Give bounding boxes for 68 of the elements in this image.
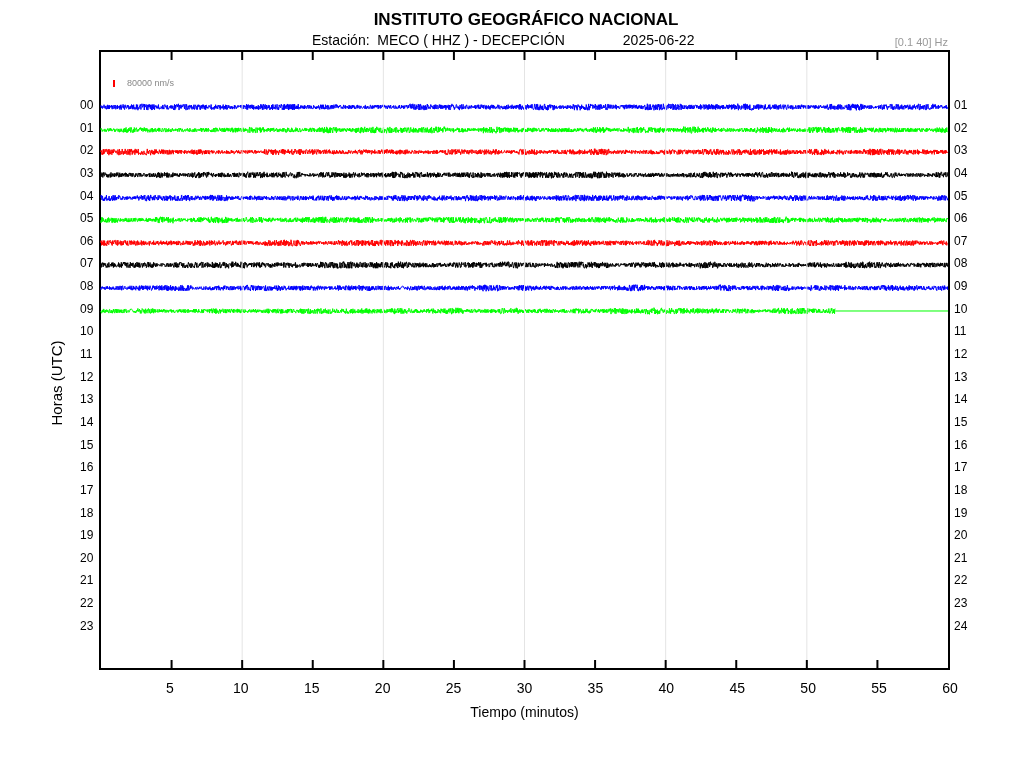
x-tick-label: 15 [303,680,320,696]
hour-label: 11 [80,346,93,364]
hour-label: 18 [954,481,968,499]
hour-label: 07 [954,232,968,250]
hour-label: 02 [80,142,94,160]
x-tick-label: 10 [233,680,249,696]
hour-label: 23 [80,617,94,635]
hour-label: 14 [80,413,94,431]
hour-label: 23 [954,595,968,613]
hour-label: 12 [954,346,968,364]
scale-label: 80000 nm/s [127,78,175,88]
x-tick-label: 50 [800,680,816,696]
hour-label: 22 [954,572,968,590]
hour-label: 01 [80,119,94,137]
hour-label: 09 [80,300,94,318]
scale-bar [113,80,115,87]
hour-label: 01 [954,97,968,114]
hour-label: 15 [954,413,968,431]
y-axis-label: Horas (UTC) [47,340,65,426]
hour-label: 20 [954,527,968,545]
x-tick-label: 60 [942,680,958,696]
hour-label: 11 [954,323,967,341]
x-axis-label: Tiempo (minutos) [470,704,579,720]
x-tick-label: 30 [516,680,533,696]
hour-label: 21 [954,549,968,567]
hour-label: 08 [80,278,94,296]
hour-label: 05 [80,210,94,228]
hour-label: 07 [80,255,94,273]
hour-label: 21 [80,572,94,590]
hour-label: 17 [80,481,94,499]
hour-label: 18 [80,504,94,522]
hour-label: 05 [954,187,968,205]
hour-label: 17 [954,459,968,477]
hour-label: 13 [80,391,94,409]
x-tick-label: 20 [374,680,391,696]
x-tick-label: 45 [729,680,746,696]
hour-label: 02 [954,119,968,137]
hour-label: 19 [80,527,94,545]
hour-label: 20 [80,549,94,567]
hour-label: 13 [954,368,968,386]
hour-label: 00 [80,97,94,114]
hour-label: 16 [954,436,968,454]
hour-label: 03 [80,164,94,182]
x-tick-label: 35 [587,680,604,696]
hour-label: 10 [80,323,94,341]
chart-title: INSTITUTO GEOGRÁFICO NACIONAL [373,10,679,30]
station-label: Estación: MECO ( HHZ ) - DECEPCIÓN [312,32,565,48]
hour-label: 03 [954,142,968,160]
hour-label: 04 [80,187,94,205]
hour-label: 06 [80,232,94,250]
x-tick-label: 25 [445,680,462,696]
x-tick-label: 40 [658,680,675,696]
hour-label: 24 [954,617,968,635]
hour-label: 08 [954,255,968,273]
date-label: 2025-06-22 [622,32,695,48]
hour-label: 06 [954,210,968,228]
hour-label: 16 [80,459,94,477]
hour-label: 15 [80,436,94,454]
x-tick-label: 5 [166,680,174,696]
hour-label: 19 [954,504,968,522]
hour-label: 14 [954,391,968,409]
hour-label: 22 [80,595,94,613]
x-tick-label: 55 [871,680,887,696]
hour-label: 04 [954,164,968,182]
hour-label: 09 [954,278,968,296]
hour-label: 10 [954,300,968,318]
hour-label: 12 [80,368,94,386]
filter-label: [0.1 40] Hz [894,36,948,48]
